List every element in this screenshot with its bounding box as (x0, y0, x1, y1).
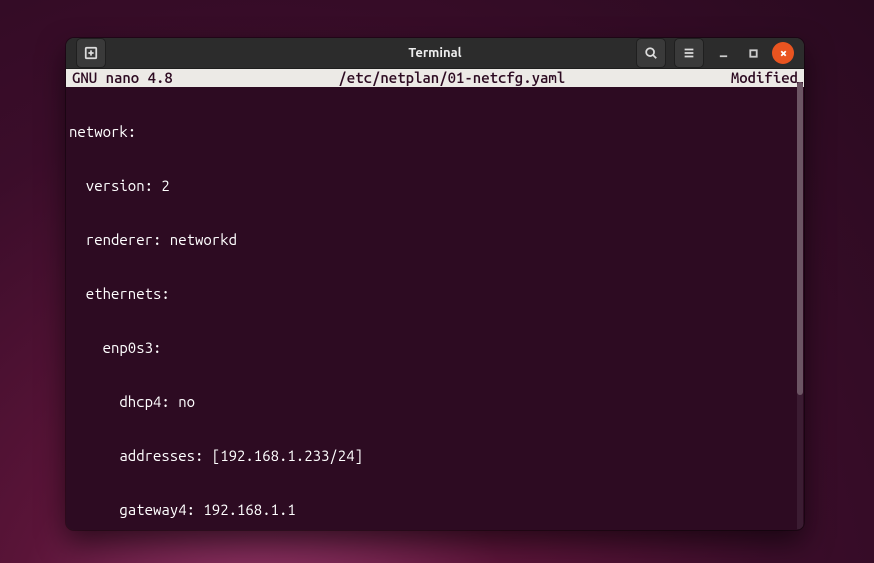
line: network: (69, 123, 801, 141)
line: gateway4: 192.168.1.1 (69, 501, 801, 519)
line: enp0s3: (69, 339, 801, 357)
editor-content[interactable]: network: version: 2 renderer: networkd e… (66, 87, 804, 530)
close-button[interactable] (772, 42, 794, 64)
line: renderer: networkd (69, 231, 801, 249)
nano-header: GNU nano 4.8 /etc/netplan/01-netcfg.yaml… (66, 69, 804, 87)
search-button[interactable] (636, 38, 666, 68)
minimize-button[interactable] (712, 42, 734, 64)
titlebar: Terminal (66, 38, 804, 69)
scrollbar-thumb[interactable] (797, 82, 803, 395)
nano-status: Modified (731, 69, 798, 87)
maximize-button[interactable] (742, 42, 764, 64)
menu-button[interactable] (674, 38, 704, 68)
window-title: Terminal (408, 46, 461, 60)
terminal-body[interactable]: GNU nano 4.8 /etc/netplan/01-netcfg.yaml… (66, 69, 804, 530)
new-tab-button[interactable] (76, 38, 106, 68)
line: dhcp4: no (69, 393, 801, 411)
line: addresses: [192.168.1.233/24] (69, 447, 801, 465)
terminal-window: Terminal GNU nano 4.8 /etc/netplan/01-ne… (66, 38, 804, 530)
line: version: 2 (69, 177, 801, 195)
line: ethernets: (69, 285, 801, 303)
nano-filename: /etc/netplan/01-netcfg.yaml (338, 69, 565, 87)
nano-app: GNU nano 4.8 (72, 69, 173, 87)
scrollbar[interactable] (797, 82, 803, 529)
